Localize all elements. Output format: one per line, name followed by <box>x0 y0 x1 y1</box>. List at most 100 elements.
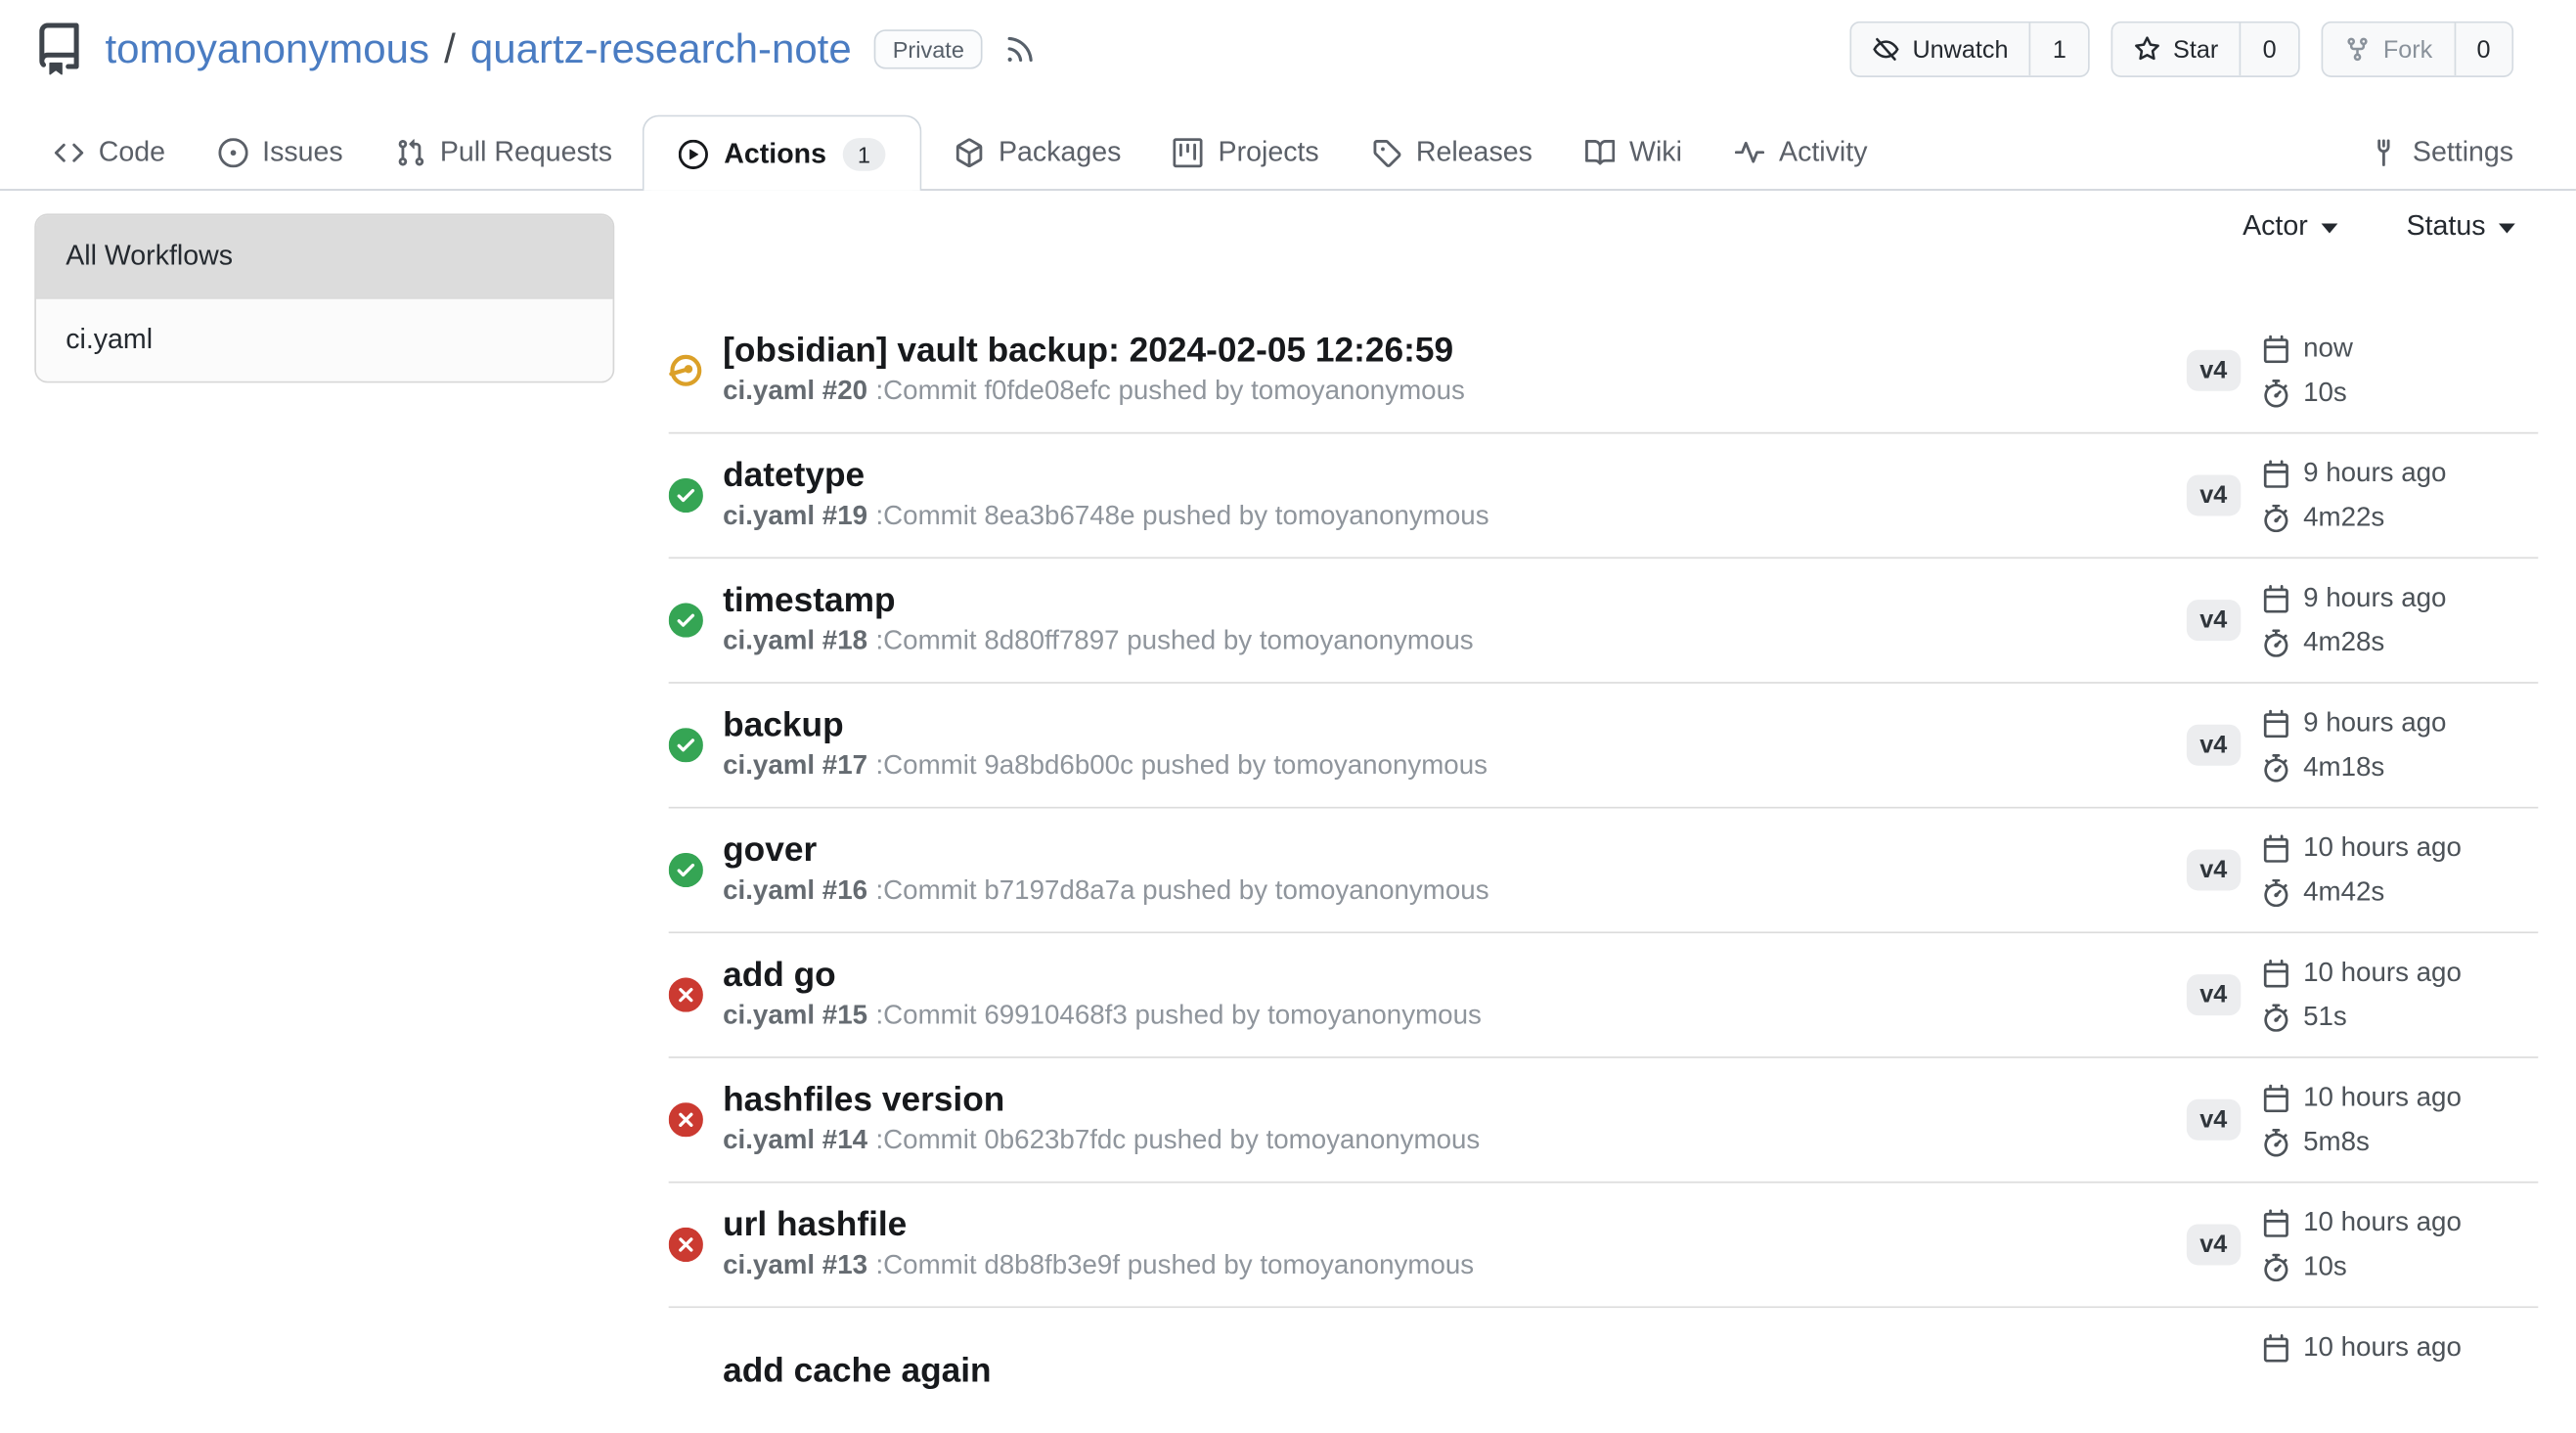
tab-pull-requests[interactable]: Pull Requests <box>395 136 612 169</box>
run-subtitle: ci.yaml #18:Commit 8d80ff7897 pushed by … <box>723 621 2187 660</box>
run-title-link[interactable]: timestamp <box>723 580 2187 621</box>
run-started-time: 9 hours ago <box>2303 458 2446 489</box>
run-title-link[interactable]: add cache again <box>723 1350 2187 1391</box>
runner-version-badge: v4 <box>2187 474 2241 515</box>
repo-action-buttons: Unwatch 1 Star 0 Fork 0 <box>1850 22 2513 77</box>
tab-settings[interactable]: Settings <box>2369 136 2514 169</box>
run-meta: 10 hours ago 51s <box>2262 953 2538 1037</box>
stopwatch-icon <box>2262 1128 2290 1156</box>
run-title-link[interactable]: add go <box>723 955 2187 996</box>
code-icon <box>54 138 83 167</box>
workflow-run-row: hashfiles version ci.yaml #14:Commit 0b6… <box>669 1058 2539 1184</box>
workflow-run-row: add cache again 10 hours ago <box>669 1308 2539 1433</box>
runner-version-badge: v4 <box>2187 1224 2241 1265</box>
play-circle-icon <box>678 139 707 168</box>
in-progress-status-icon <box>669 353 723 387</box>
workflow-runs-panel: Actor Status [obsidian] vault backup: 20… <box>614 191 2576 1433</box>
sidebar-item-all-workflows[interactable]: All Workflows <box>36 215 613 297</box>
workflows-sidebar: All Workflows ci.yaml <box>34 213 614 382</box>
run-meta: 10 hours ago 5m8s <box>2262 1078 2538 1162</box>
fork-label: Fork <box>2383 35 2432 64</box>
run-title-link[interactable]: datetype <box>723 455 2187 496</box>
run-duration: 4m18s <box>2303 752 2384 784</box>
run-filters: Actor Status <box>669 207 2539 246</box>
failure-status-icon <box>669 1228 723 1262</box>
fork-button-group: Fork 0 <box>2321 22 2513 77</box>
workflow-run-row: url hashfile ci.yaml #13:Commit d8b8fb3e… <box>669 1183 2539 1308</box>
package-icon <box>955 138 984 167</box>
run-meta: 10 hours ago <box>2262 1328 2538 1412</box>
run-meta: now 10s <box>2262 329 2538 413</box>
runner-version-badge: v4 <box>2187 349 2241 390</box>
stopwatch-icon <box>2262 753 2290 782</box>
run-subtitle: ci.yaml #16:Commit b7197d8a7a pushed by … <box>723 871 2187 910</box>
pull-request-icon <box>395 138 424 167</box>
run-meta: 9 hours ago 4m18s <box>2262 703 2538 787</box>
watch-button-group: Unwatch 1 <box>1850 22 2090 77</box>
runner-version-badge: v4 <box>2187 849 2241 890</box>
status-filter-dropdown[interactable]: Status <box>2407 210 2515 244</box>
repo-name-link[interactable]: quartz-research-note <box>470 25 852 73</box>
calendar-icon <box>2262 959 2290 987</box>
tab-wiki[interactable]: Wiki <box>1585 136 1682 169</box>
stopwatch-icon <box>2262 1253 2290 1281</box>
star-button[interactable]: Star <box>2112 23 2240 76</box>
run-title-link[interactable]: hashfiles version <box>723 1080 2187 1121</box>
run-subtitle: ci.yaml #14:Commit 0b623b7fdc pushed by … <box>723 1121 2187 1160</box>
run-subtitle: ci.yaml #13:Commit d8b8fb3e9f pushed by … <box>723 1245 2187 1284</box>
chevron-down-icon <box>2499 223 2515 233</box>
actor-filter-dropdown[interactable]: Actor <box>2243 210 2337 244</box>
runner-version-badge: v4 <box>2187 599 2241 640</box>
run-duration: 4m28s <box>2303 627 2384 658</box>
star-icon <box>2134 36 2160 63</box>
unwatch-button[interactable]: Unwatch <box>1851 23 2029 76</box>
tab-releases[interactable]: Releases <box>1371 136 1532 169</box>
workflow-run-row: gover ci.yaml #16:Commit b7197d8a7a push… <box>669 808 2539 933</box>
run-started-time: 10 hours ago <box>2303 957 2462 988</box>
issue-opened-icon <box>218 138 247 167</box>
tab-packages[interactable]: Packages <box>955 136 1122 169</box>
stopwatch-icon <box>2262 878 2290 907</box>
tab-activity[interactable]: Activity <box>1735 136 1868 169</box>
failure-status-icon <box>669 977 723 1011</box>
stopwatch-icon <box>2262 504 2290 532</box>
tab-actions[interactable]: Actions 1 <box>642 115 921 191</box>
sidebar-item-ci-yaml[interactable]: ci.yaml <box>36 297 613 381</box>
run-title-link[interactable]: gover <box>723 829 2187 871</box>
success-status-icon <box>669 603 723 637</box>
repo-owner-link[interactable]: tomoyanonymous <box>106 25 429 73</box>
calendar-icon <box>2262 1208 2290 1236</box>
run-duration: 5m8s <box>2303 1127 2370 1158</box>
run-title-link[interactable]: backup <box>723 705 2187 746</box>
run-started-time: 10 hours ago <box>2303 1207 2462 1238</box>
calendar-icon <box>2262 335 2290 363</box>
run-duration: 4m42s <box>2303 876 2384 908</box>
stars-count[interactable]: 0 <box>2240 23 2297 76</box>
run-meta: 10 hours ago 10s <box>2262 1203 2538 1287</box>
tab-code[interactable]: Code <box>54 136 165 169</box>
feed-icon[interactable] <box>1003 33 1037 67</box>
repo-tab-bar: Code Issues Pull Requests Actions 1 Pack… <box>0 116 2576 191</box>
eye-closed-icon <box>1873 36 1899 63</box>
workflow-run-row: [obsidian] vault backup: 2024-02-05 12:2… <box>669 309 2539 434</box>
success-status-icon <box>669 728 723 762</box>
run-meta: 9 hours ago 4m28s <box>2262 578 2538 662</box>
run-started-time: 10 hours ago <box>2303 1332 2462 1364</box>
run-started-time: 9 hours ago <box>2303 707 2446 739</box>
stopwatch-icon <box>2262 379 2290 407</box>
forks-count[interactable]: 0 <box>2454 23 2511 76</box>
fork-button[interactable]: Fork <box>2323 23 2454 76</box>
run-title-link[interactable]: [obsidian] vault backup: 2024-02-05 12:2… <box>723 331 2187 372</box>
run-title-link[interactable]: url hashfile <box>723 1204 2187 1245</box>
tab-projects[interactable]: Projects <box>1174 136 1319 169</box>
success-status-icon <box>669 478 723 513</box>
workflow-run-row: datetype ci.yaml #19:Commit 8ea3b6748e p… <box>669 433 2539 559</box>
tools-icon <box>2369 138 2398 167</box>
calendar-icon <box>2262 709 2290 738</box>
workflow-run-row: add go ci.yaml #15:Commit 69910468f3 pus… <box>669 933 2539 1058</box>
watchers-count[interactable]: 1 <box>2029 23 2087 76</box>
run-subtitle: ci.yaml #19:Commit 8ea3b6748e pushed by … <box>723 496 2187 535</box>
project-icon <box>1174 138 1203 167</box>
run-duration: 10s <box>2303 378 2347 409</box>
tab-issues[interactable]: Issues <box>218 136 343 169</box>
